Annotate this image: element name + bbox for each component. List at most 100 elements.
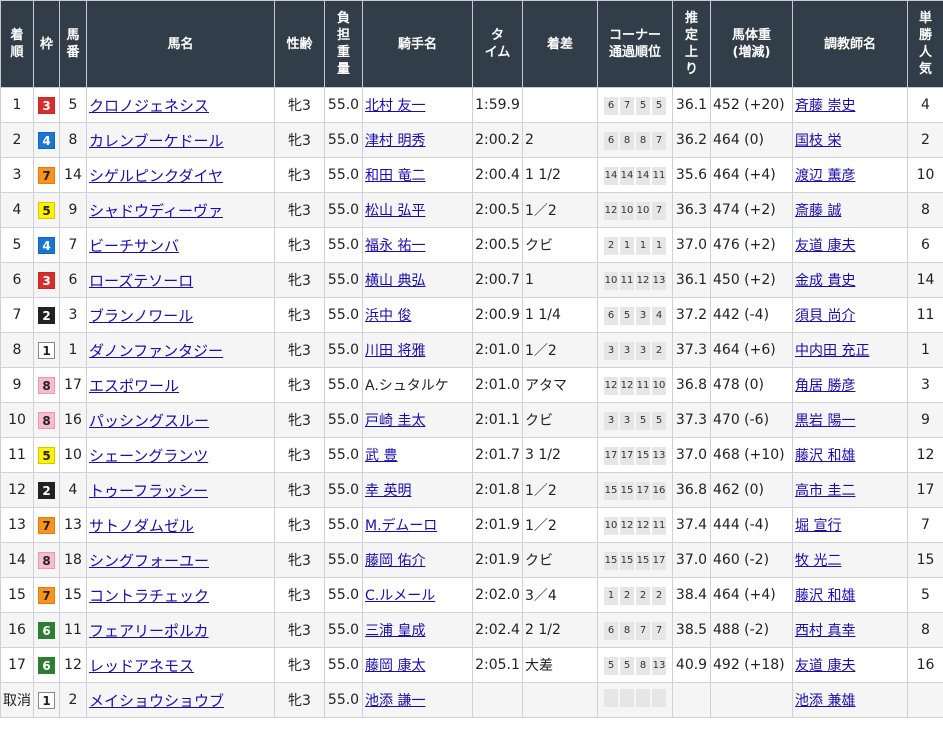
weight-cell: 55.0 xyxy=(324,297,363,333)
jockey-cell: 武 豊 xyxy=(362,437,473,473)
horse-link[interactable]: ダノンファンタジー xyxy=(89,342,223,360)
jockey-link[interactable]: 和田 竜二 xyxy=(365,168,425,184)
corner-positions: 6887 xyxy=(604,131,666,150)
trainer-link[interactable]: 藤沢 和雄 xyxy=(795,448,855,464)
horse-link[interactable]: カレンブーケドール xyxy=(89,132,224,150)
header-jockey[interactable]: 騎手名 xyxy=(362,0,473,88)
jockey-link[interactable]: 津村 明秀 xyxy=(365,133,425,149)
weight-cell: 55.0 xyxy=(324,87,363,123)
horse-link[interactable]: レッドアネモス xyxy=(89,657,194,675)
corner-position: 2 xyxy=(604,236,618,255)
horse-link[interactable]: シングフォーユー xyxy=(89,552,209,570)
jockey-link[interactable]: 戸崎 圭太 xyxy=(365,413,425,429)
jockey-link[interactable]: 幸 英明 xyxy=(365,483,411,499)
jockey-link[interactable]: 武 豊 xyxy=(365,448,397,464)
margin-cell: アタマ xyxy=(522,367,598,403)
header-corner[interactable]: コーナー 通過順位 xyxy=(597,0,673,88)
horse-link[interactable]: エスポワール xyxy=(89,377,179,395)
table-row: 7 2 3 ブランノワール 牝3 55.0 浜中 俊 2:00.9 1 1/4 6 5 3 4 37.2 4… xyxy=(0,297,943,333)
header-rank[interactable]: 着順 xyxy=(0,0,34,88)
trainer-link[interactable]: 国枝 栄 xyxy=(795,133,841,149)
umaban-cell: 11 xyxy=(59,612,87,648)
waku-cell: 4 xyxy=(33,122,60,158)
jockey-link[interactable]: M.デムーロ xyxy=(365,518,437,534)
horse-link[interactable]: トゥーフラッシー xyxy=(89,482,208,500)
header-popularity[interactable]: 単勝人気 xyxy=(907,0,943,88)
header-sex-age[interactable]: 性齢 xyxy=(274,0,325,88)
trainer-link[interactable]: 池添 兼雄 xyxy=(795,693,855,709)
trainer-cell: 友道 康夫 xyxy=(792,227,908,263)
header-weight[interactable]: 負担重量 xyxy=(324,0,363,88)
header-time[interactable]: タイム xyxy=(472,0,523,88)
last3f-cell: 37.0 xyxy=(672,227,711,263)
jockey-link[interactable]: 藤岡 康太 xyxy=(365,658,425,674)
jockey-link[interactable]: 川田 将雅 xyxy=(365,343,425,359)
horse-link[interactable]: メイショウショウブ xyxy=(89,692,224,710)
waku-cell: 1 xyxy=(33,682,60,718)
horse-link[interactable]: シャドウディーヴァ xyxy=(89,202,223,220)
header-trainer[interactable]: 調教師名 xyxy=(792,0,908,88)
trainer-link[interactable]: 友道 康夫 xyxy=(795,238,855,254)
header-umaban[interactable]: 馬番 xyxy=(59,0,87,88)
header-horse-name[interactable]: 馬名 xyxy=(86,0,275,88)
waku-cell: 7 xyxy=(33,157,60,193)
trainer-link[interactable]: 中内田 充正 xyxy=(795,343,869,359)
jockey-link[interactable]: 松山 弘平 xyxy=(365,203,425,219)
trainer-link[interactable]: 牧 光二 xyxy=(795,553,841,569)
body-weight-cell: 442 (-4) xyxy=(710,297,793,333)
jockey-link[interactable]: 池添 謙一 xyxy=(365,693,425,709)
jockey-cell: M.デムーロ xyxy=(362,507,473,543)
trainer-link[interactable]: 高市 圭二 xyxy=(795,483,855,499)
corner-positions: 6877 xyxy=(604,621,666,640)
jockey-link[interactable]: C.ルメール xyxy=(365,588,435,604)
header-margin[interactable]: 着差 xyxy=(522,0,598,88)
horse-link[interactable]: シェーングランツ xyxy=(89,447,208,465)
rank-cell: 5 xyxy=(0,227,34,263)
trainer-link[interactable]: 黒岩 陽一 xyxy=(795,413,855,429)
trainer-link[interactable]: 友道 康夫 xyxy=(795,658,855,674)
horse-link[interactable]: ブランノワール xyxy=(89,307,193,325)
corner-positions: 12 10 10 7 xyxy=(604,201,666,220)
time-cell: 2:01.9 xyxy=(472,542,523,578)
trainer-link[interactable]: 角居 勝彦 xyxy=(795,378,855,394)
umaban-cell: 6 xyxy=(59,262,87,298)
jockey-link[interactable]: 藤岡 佑介 xyxy=(365,553,425,569)
horse-name-cell: ダノンファンタジー xyxy=(86,332,275,368)
margin-cell: 1／2 xyxy=(522,472,598,508)
trainer-link[interactable]: 金成 貴史 xyxy=(795,273,855,289)
horse-link[interactable]: ビーチサンバ xyxy=(89,237,179,255)
horse-link[interactable]: フェアリーポルカ xyxy=(89,622,209,640)
header-waku[interactable]: 枠 xyxy=(33,0,60,88)
jockey-link[interactable]: 横山 典弘 xyxy=(365,273,425,289)
corner-positions: 10 11 12 13 xyxy=(604,271,666,290)
header-last3f[interactable]: 推定上り xyxy=(672,0,711,88)
time-cell: 2:01.1 xyxy=(472,402,523,438)
jockey-link[interactable]: 三浦 皇成 xyxy=(365,623,425,639)
horse-link[interactable]: クロノジェネシス xyxy=(89,97,209,115)
horse-link[interactable]: シゲルピンクダイヤ xyxy=(89,167,223,185)
horse-name-cell: シングフォーユー xyxy=(86,542,275,578)
trainer-link[interactable]: 西村 真幸 xyxy=(795,623,855,639)
horse-link[interactable]: コントラチェック xyxy=(89,587,209,605)
weight-cell: 55.0 xyxy=(324,577,363,613)
jockey-link[interactable]: 福永 祐一 xyxy=(365,238,425,254)
trainer-link[interactable]: 藤沢 和雄 xyxy=(795,588,855,604)
table-row: 5 4 7 ビーチサンバ 牝3 55.0 福永 祐一 2:00.5 クビ 2 1 1 1 37.0 476 … xyxy=(0,227,943,263)
weight-cell: 55.0 xyxy=(324,192,363,228)
horse-link[interactable]: ローズテソーロ xyxy=(89,272,193,290)
trainer-link[interactable]: 斎藤 誠 xyxy=(795,203,841,219)
waku-cell: 2 xyxy=(33,472,60,508)
corner-cell: 3355 xyxy=(597,402,673,438)
horse-link[interactable]: サトノダムゼル xyxy=(89,517,194,535)
trainer-link[interactable]: 斉藤 崇史 xyxy=(795,98,855,114)
jockey-link[interactable]: 北村 友一 xyxy=(365,98,425,114)
trainer-link[interactable]: 堀 宣行 xyxy=(795,518,841,534)
header-body-weight[interactable]: 馬体重 (増減) xyxy=(710,0,793,88)
horse-link[interactable]: パッシングスルー xyxy=(89,412,209,430)
trainer-cell: 西村 真幸 xyxy=(792,612,908,648)
trainer-cell: 中内田 充正 xyxy=(792,332,908,368)
trainer-link[interactable]: 渡辺 薫彦 xyxy=(795,168,855,184)
trainer-link[interactable]: 須貝 尚介 xyxy=(795,308,855,324)
jockey-link[interactable]: 浜中 俊 xyxy=(365,308,411,324)
popularity-cell: 8 xyxy=(907,192,943,228)
